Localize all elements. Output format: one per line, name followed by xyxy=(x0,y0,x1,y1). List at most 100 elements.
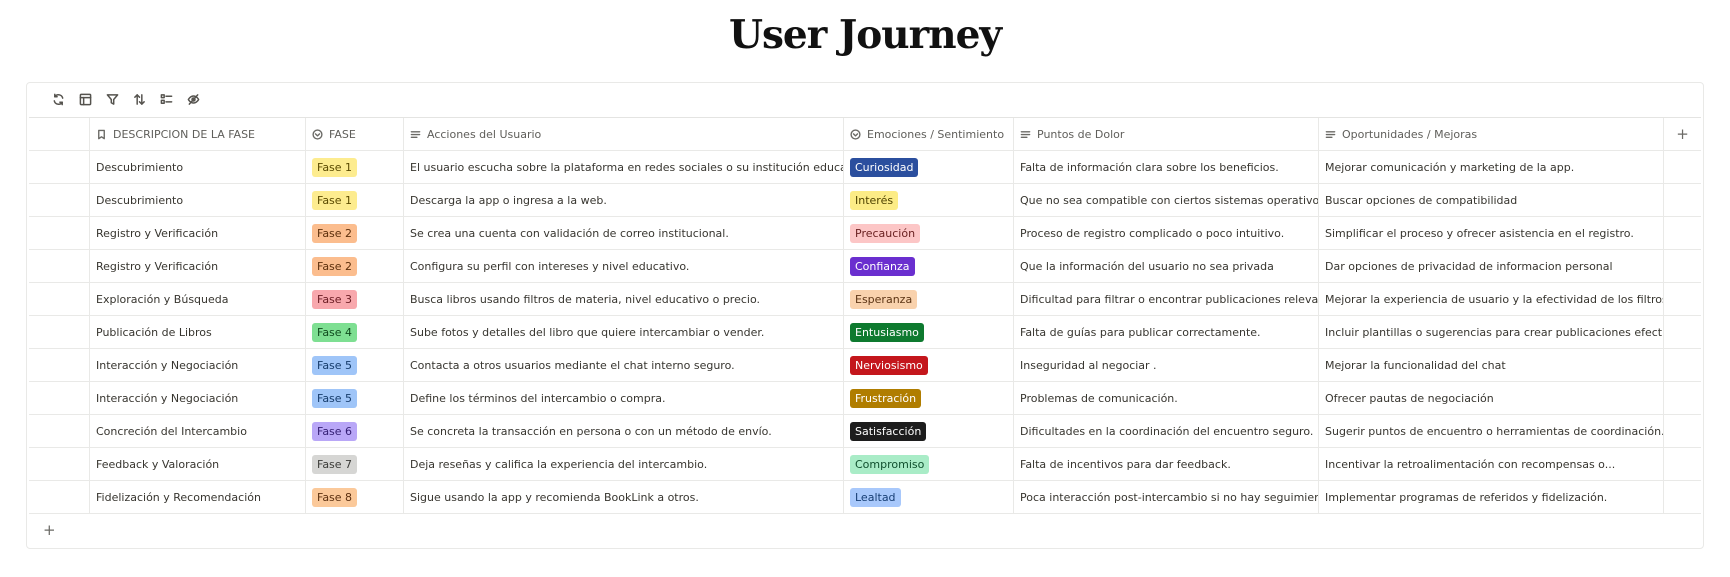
cell-dolor[interactable]: Falta de información clara sobre los ben… xyxy=(1014,151,1319,183)
cell-fase[interactable]: Fase 3 xyxy=(306,283,404,315)
table-row[interactable]: Registro y Verificación Fase 2 Se crea u… xyxy=(29,217,1701,250)
row-handle[interactable] xyxy=(29,184,90,216)
row-handle[interactable] xyxy=(29,316,90,348)
table-row[interactable]: Interacción y Negociación Fase 5 Contact… xyxy=(29,349,1701,382)
cell-oportunidades[interactable]: Buscar opciones de compatibilidad xyxy=(1319,184,1664,216)
add-row-button[interactable]: + xyxy=(29,514,1701,546)
cell-dolor[interactable]: Que no sea compatible con ciertos sistem… xyxy=(1014,184,1319,216)
cell-oportunidades[interactable]: Sugerir puntos de encuentro o herramient… xyxy=(1319,415,1664,447)
cell-oportunidades[interactable]: Mejorar la funcionalidad del chat xyxy=(1319,349,1664,381)
row-handle[interactable] xyxy=(29,481,90,513)
table-row[interactable]: Descubrimiento Fase 1 Descarga la app o … xyxy=(29,184,1701,217)
table-row[interactable]: Exploración y Búsqueda Fase 3 Busca libr… xyxy=(29,283,1701,316)
column-header-emociones[interactable]: Emociones / Sentimiento xyxy=(844,118,1014,150)
cell-acciones[interactable]: Se concreta la transacción en persona o … xyxy=(404,415,844,447)
cell-descripcion[interactable]: Interacción y Negociación xyxy=(90,349,306,381)
cell-dolor[interactable]: Inseguridad al negociar . xyxy=(1014,349,1319,381)
cell-fase[interactable]: Fase 1 xyxy=(306,151,404,183)
cell-acciones[interactable]: Sigue usando la app y recomienda BookLin… xyxy=(404,481,844,513)
cell-descripcion[interactable]: Registro y Verificación xyxy=(90,217,306,249)
cell-oportunidades[interactable]: Implementar programas de referidos y fid… xyxy=(1319,481,1664,513)
cell-dolor[interactable]: Falta de guías para publicar correctamen… xyxy=(1014,316,1319,348)
cell-fase[interactable]: Fase 4 xyxy=(306,316,404,348)
column-header-dolor[interactable]: Puntos de Dolor xyxy=(1014,118,1319,150)
cell-descripcion[interactable]: Feedback y Valoración xyxy=(90,448,306,480)
cell-fase[interactable]: Fase 1 xyxy=(306,184,404,216)
row-handle[interactable] xyxy=(29,151,90,183)
cell-emociones[interactable]: Frustración xyxy=(844,382,1014,414)
cell-descripcion[interactable]: Descubrimiento xyxy=(90,151,306,183)
column-header-fase[interactable]: FASE xyxy=(306,118,404,150)
cell-emociones[interactable]: Entusiasmo xyxy=(844,316,1014,348)
cell-emociones[interactable]: Lealtad xyxy=(844,481,1014,513)
cell-fase[interactable]: Fase 2 xyxy=(306,250,404,282)
cell-oportunidades[interactable]: Mejorar la experiencia de usuario y la e… xyxy=(1319,283,1664,315)
cell-descripcion[interactable]: Descubrimiento xyxy=(90,184,306,216)
table-row[interactable]: Fidelización y Recomendación Fase 8 Sigu… xyxy=(29,481,1701,514)
hide-fields-button[interactable] xyxy=(180,87,207,111)
table-row[interactable]: Feedback y Valoración Fase 7 Deja reseña… xyxy=(29,448,1701,481)
cell-oportunidades[interactable]: Incluir plantillas o sugerencias para cr… xyxy=(1319,316,1664,348)
column-header-oportunidades[interactable]: Oportunidades / Mejoras xyxy=(1319,118,1664,150)
cell-descripcion[interactable]: Concreción del Intercambio xyxy=(90,415,306,447)
sort-button[interactable] xyxy=(126,87,153,111)
cell-descripcion[interactable]: Interacción y Negociación xyxy=(90,382,306,414)
cell-acciones[interactable]: Deja reseñas y califica la experiencia d… xyxy=(404,448,844,480)
cell-acciones[interactable]: Busca libros usando filtros de materia, … xyxy=(404,283,844,315)
cell-dolor[interactable]: Dificultades en la coordinación del encu… xyxy=(1014,415,1319,447)
cell-descripcion[interactable]: Publicación de Libros xyxy=(90,316,306,348)
row-handle[interactable] xyxy=(29,250,90,282)
row-handle[interactable] xyxy=(29,283,90,315)
row-handle[interactable] xyxy=(29,415,90,447)
cell-acciones[interactable]: Configura su perfil con intereses y nive… xyxy=(404,250,844,282)
row-handle[interactable] xyxy=(29,349,90,381)
cell-acciones[interactable]: Contacta a otros usuarios mediante el ch… xyxy=(404,349,844,381)
row-handle[interactable] xyxy=(29,217,90,249)
cell-acciones[interactable]: Define los términos del intercambio o co… xyxy=(404,382,844,414)
cell-fase[interactable]: Fase 2 xyxy=(306,217,404,249)
cell-emociones[interactable]: Compromiso xyxy=(844,448,1014,480)
table-row[interactable]: Descubrimiento Fase 1 El usuario escucha… xyxy=(29,151,1701,184)
cell-fase[interactable]: Fase 5 xyxy=(306,349,404,381)
row-handle[interactable] xyxy=(29,382,90,414)
table-row[interactable]: Registro y Verificación Fase 2 Configura… xyxy=(29,250,1701,283)
cell-descripcion[interactable]: Exploración y Búsqueda xyxy=(90,283,306,315)
cell-dolor[interactable]: Problemas de comunicación. xyxy=(1014,382,1319,414)
cell-oportunidades[interactable]: Incentivar la retroalimentación con reco… xyxy=(1319,448,1664,480)
cell-emociones[interactable]: Precaución xyxy=(844,217,1014,249)
cell-emociones[interactable]: Esperanza xyxy=(844,283,1014,315)
column-header-descripcion[interactable]: DESCRIPCION DE LA FASE xyxy=(90,118,306,150)
cell-fase[interactable]: Fase 7 xyxy=(306,448,404,480)
table-row[interactable]: Interacción y Negociación Fase 5 Define … xyxy=(29,382,1701,415)
cell-acciones[interactable]: Se crea una cuenta con validación de cor… xyxy=(404,217,844,249)
cell-oportunidades[interactable]: Simplificar el proceso y ofrecer asisten… xyxy=(1319,217,1664,249)
cell-acciones[interactable]: El usuario escucha sobre la plataforma e… xyxy=(404,151,844,183)
refresh-button[interactable] xyxy=(45,87,72,111)
cell-oportunidades[interactable]: Mejorar comunicación y marketing de la a… xyxy=(1319,151,1664,183)
cell-emociones[interactable]: Nerviosismo xyxy=(844,349,1014,381)
cell-emociones[interactable]: Curiosidad xyxy=(844,151,1014,183)
table-row[interactable]: Publicación de Libros Fase 4 Sube fotos … xyxy=(29,316,1701,349)
cell-dolor[interactable]: Que la información del usuario no sea pr… xyxy=(1014,250,1319,282)
cell-dolor[interactable]: Falta de incentivos para dar feedback. xyxy=(1014,448,1319,480)
add-column-button[interactable]: + xyxy=(1664,118,1701,150)
cell-dolor[interactable]: Dificultad para filtrar o encontrar publ… xyxy=(1014,283,1319,315)
cell-fase[interactable]: Fase 8 xyxy=(306,481,404,513)
filter-button[interactable] xyxy=(99,87,126,111)
cell-descripcion[interactable]: Fidelización y Recomendación xyxy=(90,481,306,513)
table-row[interactable]: Concreción del Intercambio Fase 6 Se con… xyxy=(29,415,1701,448)
cell-descripcion[interactable]: Registro y Verificación xyxy=(90,250,306,282)
cell-fase[interactable]: Fase 5 xyxy=(306,382,404,414)
cell-dolor[interactable]: Proceso de registro complicado o poco in… xyxy=(1014,217,1319,249)
cell-oportunidades[interactable]: Dar opciones de privacidad de informacio… xyxy=(1319,250,1664,282)
layout-button[interactable] xyxy=(72,87,99,111)
cell-oportunidades[interactable]: Ofrecer pautas de negociación xyxy=(1319,382,1664,414)
cell-dolor[interactable]: Poca interacción post-intercambio si no … xyxy=(1014,481,1319,513)
cell-emociones[interactable]: Confianza xyxy=(844,250,1014,282)
cell-emociones[interactable]: Interés xyxy=(844,184,1014,216)
cell-acciones[interactable]: Sube fotos y detalles del libro que quie… xyxy=(404,316,844,348)
column-header-acciones[interactable]: Acciones del Usuario xyxy=(404,118,844,150)
cell-emociones[interactable]: Satisfacción xyxy=(844,415,1014,447)
cell-acciones[interactable]: Descarga la app o ingresa a la web. xyxy=(404,184,844,216)
cell-fase[interactable]: Fase 6 xyxy=(306,415,404,447)
